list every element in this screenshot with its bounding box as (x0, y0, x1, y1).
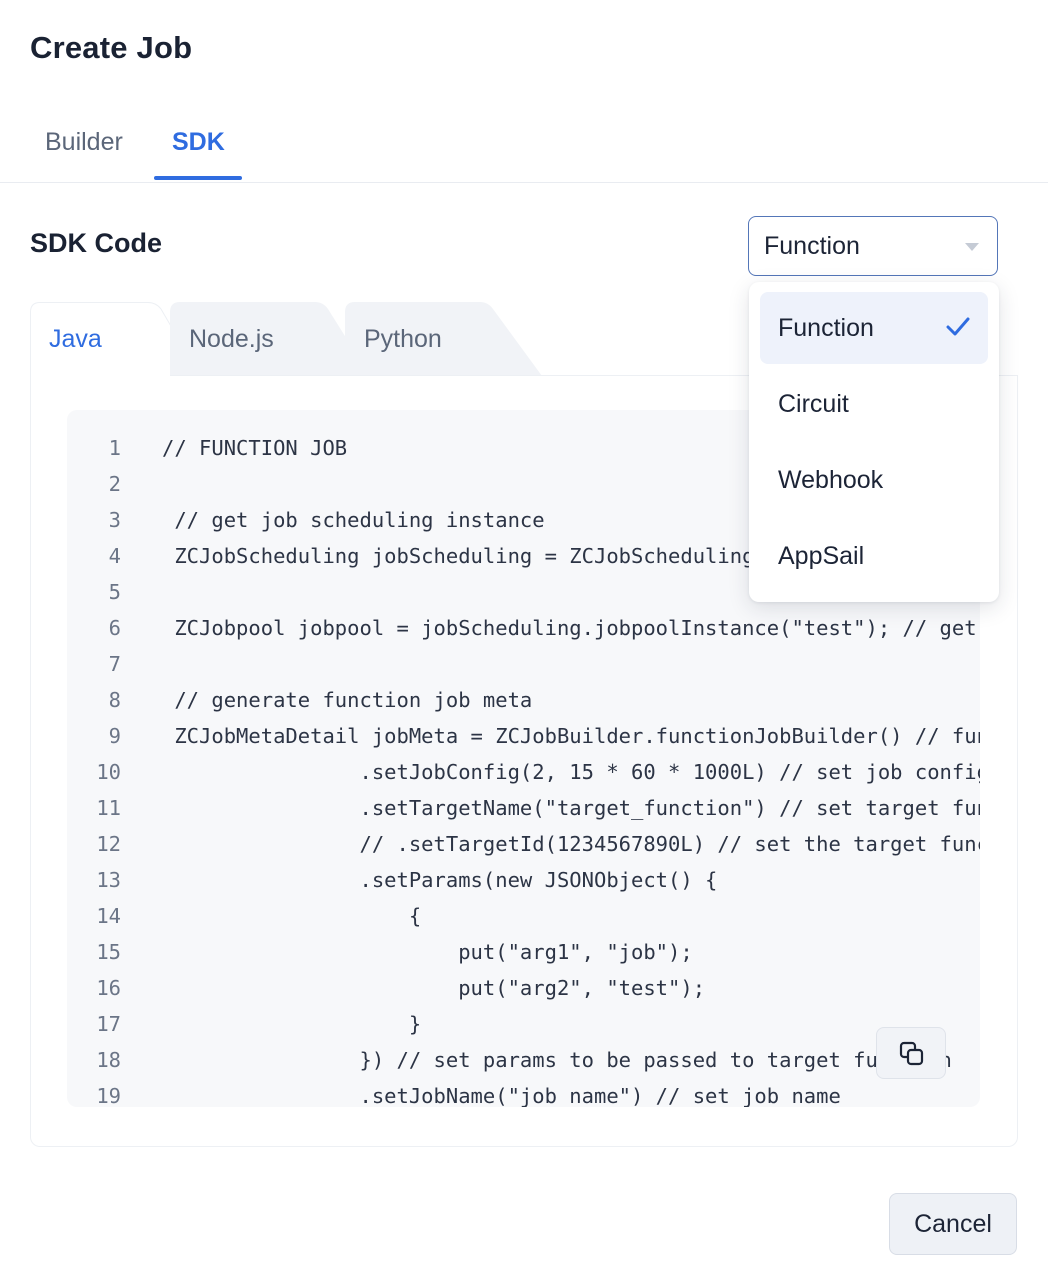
code-line: 19 .setJobName("job_name") // set job na… (67, 1078, 980, 1107)
code-text: { (162, 904, 422, 928)
line-number: 15 (96, 940, 121, 964)
job-type-dropdown-menu: Function Circuit Webhook AppSail (749, 282, 999, 602)
code-line: 8 // generate function job meta (67, 682, 980, 718)
code-line: 9 ZCJobMetaDetail jobMeta = ZCJobBuilder… (67, 718, 980, 754)
tab-builder[interactable]: Builder (45, 128, 123, 157)
code-line: 6 ZCJobpool jobpool = jobScheduling.jobp… (67, 610, 980, 646)
line-number: 9 (108, 724, 121, 748)
code-line: 14 { (67, 898, 980, 934)
section-title: SDK Code (30, 228, 163, 258)
option-label: Webhook (778, 466, 884, 494)
code-text: // get job scheduling instance (162, 508, 545, 532)
code-text: put("arg1", "job"); (162, 940, 693, 964)
line-number: 5 (108, 580, 121, 604)
code-text: .setParams(new JSONObject() { (162, 868, 718, 892)
option-function[interactable]: Function (760, 292, 988, 364)
top-tab-bar: Builder SDK (0, 110, 1048, 183)
option-label: Circuit (778, 390, 849, 418)
option-label: Function (778, 314, 874, 342)
code-text: // generate function job meta (162, 688, 533, 712)
code-line: 15 put("arg1", "job"); (67, 934, 980, 970)
line-number: 18 (96, 1048, 121, 1072)
option-circuit[interactable]: Circuit (760, 368, 988, 440)
dialog-title: Create Job (30, 30, 193, 65)
code-line: 18 }) // set params to be passed to targ… (67, 1042, 980, 1078)
tab-sdk[interactable]: SDK (172, 128, 225, 157)
caret-down-icon (965, 243, 979, 251)
code-text: put("arg2", "test"); (162, 976, 706, 1000)
copy-icon (899, 1041, 924, 1066)
code-text: ZCJobpool jobpool = jobScheduling.jobpoo… (174, 616, 977, 640)
code-line: 13 .setParams(new JSONObject() { (67, 862, 980, 898)
line-number: 7 (108, 652, 121, 676)
line-number: 2 (108, 472, 121, 496)
line-number: 10 (96, 760, 121, 784)
line-number: 14 (96, 904, 121, 928)
line-number: 4 (108, 544, 121, 568)
cancel-button-label: Cancel (914, 1210, 992, 1238)
cancel-button[interactable]: Cancel (889, 1193, 1017, 1255)
line-number: 13 (96, 868, 121, 892)
tab-nodejs-label: Node.js (189, 325, 274, 353)
option-label: AppSail (778, 542, 865, 570)
tab-nodejs[interactable]: Node.js (170, 302, 370, 376)
line-number: 1 (108, 436, 121, 460)
code-text: // .setTargetId(1234567890L) // set the … (359, 832, 980, 856)
code-text: }) // set params to be passed to target … (162, 1048, 952, 1072)
tab-java-label: Java (49, 325, 102, 353)
option-webhook[interactable]: Webhook (760, 444, 988, 516)
line-number: 11 (96, 796, 121, 820)
active-tab-indicator (154, 176, 242, 180)
line-number: 12 (96, 832, 121, 856)
code-text: .setTargetName("target_function") // set… (359, 796, 980, 820)
code-text: ZCJobMetaDetail jobMeta = ZCJobBuilder.f… (174, 724, 980, 748)
line-number: 19 (96, 1084, 121, 1107)
code-text: } (162, 1012, 422, 1036)
job-type-select-value: Function (764, 232, 860, 260)
line-number: 8 (108, 688, 121, 712)
code-text: // FUNCTION JOB (162, 436, 348, 460)
line-number: 16 (96, 976, 121, 1000)
line-number: 17 (96, 1012, 121, 1036)
tab-python-label: Python (364, 325, 442, 353)
code-line: 16 put("arg2", "test"); (67, 970, 980, 1006)
tab-python[interactable]: Python (345, 302, 545, 376)
copy-code-button[interactable] (876, 1027, 946, 1079)
check-icon (946, 317, 970, 336)
line-number: 6 (108, 616, 121, 640)
code-line: 12 // .setTargetId(1234567890L) // set t… (67, 826, 980, 862)
code-line: 10 .setJobConfig(2, 15 * 60 * 1000L) // … (67, 754, 980, 790)
code-text: .setJobConfig(2, 15 * 60 * 1000L) // set… (162, 760, 980, 784)
line-number: 3 (108, 508, 121, 532)
job-type-select[interactable]: Function (748, 216, 998, 276)
code-text: .setJobName("job_name") // set job name (162, 1084, 841, 1107)
option-appsail[interactable]: AppSail (760, 520, 988, 592)
code-line: 7 (67, 646, 980, 682)
code-line: 17 } (67, 1006, 980, 1042)
code-line: 11 .setTargetName("target_function") // … (67, 790, 980, 826)
